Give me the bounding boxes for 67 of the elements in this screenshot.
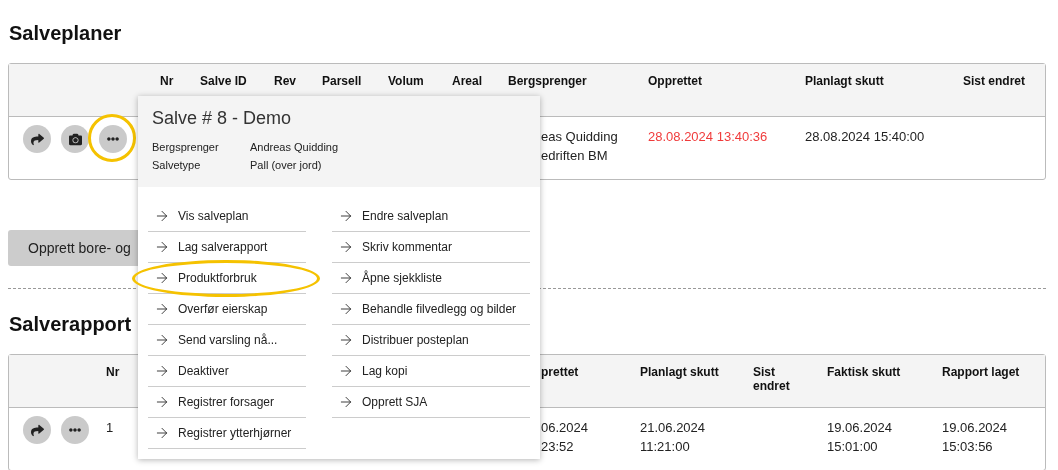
menu-item[interactable]: Registrer ytterhjørner <box>148 418 306 449</box>
menu-item[interactable]: Registrer forsager <box>148 387 306 418</box>
more-button[interactable] <box>99 125 127 153</box>
table-cell-text: 28.08.2024 15:40:00 <box>805 128 925 146</box>
column-header: Faktisk skutt <box>827 365 901 379</box>
column-header: Planlagt skutt <box>805 74 884 88</box>
arrow-right-icon <box>338 332 354 348</box>
menu-item[interactable]: Skriv kommentar <box>332 232 530 263</box>
column-header: Volum <box>388 74 424 88</box>
table-cell-text: edriften BM <box>541 147 608 165</box>
arrow-right-icon <box>338 239 354 255</box>
column-header: Opprettet <box>648 74 702 88</box>
popup-title: Salve # 8 - Demo <box>152 108 293 129</box>
column-header: Planlagt skutt <box>640 365 719 379</box>
menu-item[interactable]: Deaktiver <box>148 356 306 387</box>
camera-button[interactable] <box>61 125 89 153</box>
column-header: Areal <box>452 74 483 88</box>
arrow-right-icon <box>338 270 354 286</box>
table-cell-text: eas Quidding <box>541 128 618 146</box>
arrow-right-icon <box>154 239 170 255</box>
column-header: Nr <box>160 74 174 88</box>
table-cell-text: 19.06.2024 <box>827 419 893 437</box>
column-header: Salve ID <box>200 74 247 88</box>
arrow-right-icon <box>338 363 354 379</box>
info-label: Bergsprenger <box>152 140 220 155</box>
column-header: Rapport laget <box>942 365 1020 379</box>
menu-item[interactable]: Behandle filvedlegg og bilder <box>332 294 530 325</box>
column-header: Sist endret <box>753 365 791 393</box>
share-icon <box>30 132 44 146</box>
menu-item[interactable]: Endre salveplan <box>332 201 530 232</box>
share-button[interactable] <box>23 416 51 444</box>
table-cell-text: 19.06.2024 <box>942 419 1008 437</box>
table-cell-text: 28.08.2024 13:40:36 <box>648 128 768 146</box>
menu-item[interactable]: Send varsling nå... <box>148 325 306 356</box>
column-header: Bergsprenger <box>508 74 587 88</box>
table-cell-text: 15:03:56 <box>942 438 993 456</box>
table-cell-text: 21.06.2024 <box>640 419 706 437</box>
menu-item[interactable]: Overfør eierskap <box>148 294 306 325</box>
column-header: Parsell <box>322 74 362 88</box>
menu-item[interactable]: Lag salverapport <box>148 232 306 263</box>
share-icon <box>30 423 44 437</box>
arrow-right-icon <box>154 208 170 224</box>
info-value: Pall (over jord) <box>250 158 323 173</box>
arrow-right-icon <box>338 301 354 317</box>
table-cell-text: 11:21:00 <box>640 438 690 456</box>
menu-item[interactable]: Vis salveplan <box>148 201 306 232</box>
menu-item[interactable]: Produktforbruk <box>148 263 306 294</box>
camera-icon <box>68 132 82 146</box>
menu-item[interactable]: Opprett SJA <box>332 387 530 418</box>
more-button[interactable] <box>61 416 89 444</box>
info-label: Salvetype <box>152 158 202 173</box>
table-cell-text: 1 <box>106 419 114 437</box>
table-cell-text: 23:52 <box>541 438 574 456</box>
section-title: Salveplaner <box>9 21 123 46</box>
share-button[interactable] <box>23 125 51 153</box>
arrow-right-icon <box>338 208 354 224</box>
arrow-right-icon <box>338 394 354 410</box>
column-header: Sist endret <box>963 74 1025 88</box>
column-header: Rev <box>274 74 296 88</box>
info-value: Andreas Quidding <box>250 140 340 155</box>
table-cell-text: 06.2024 <box>541 419 588 437</box>
table-cell-text: 15:01:00 <box>827 438 878 456</box>
menu-item[interactable]: Lag kopi <box>332 356 530 387</box>
menu-item[interactable]: Distribuer posteplan <box>332 325 530 356</box>
column-header: prettet <box>541 365 579 379</box>
column-header: Nr <box>106 365 120 379</box>
menu-item[interactable]: Åpne sjekkliste <box>332 263 530 294</box>
